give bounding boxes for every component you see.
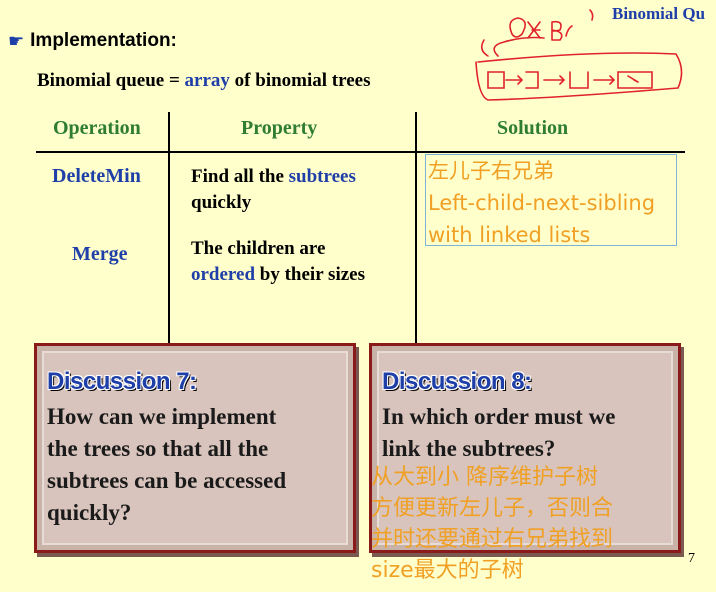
note-line: 并时还要通过右兄弟找到	[371, 527, 614, 552]
property-text: by their sizes	[255, 264, 365, 285]
property-highlight: subtrees	[288, 166, 356, 187]
header-operation: Operation	[53, 117, 141, 139]
red-scribble-annotation	[475, 9, 683, 101]
operation-merge: Merge	[72, 243, 128, 265]
header-solution: Solution	[497, 117, 569, 139]
annotation-line: Left-child-next-sibling	[428, 191, 656, 215]
property-highlight: ordered	[191, 264, 256, 285]
discussion-box: Discussion 7: How can we implement the t…	[34, 343, 356, 553]
discussion-title: Discussion 7:	[47, 368, 197, 395]
header-property: Property	[241, 117, 318, 139]
discussion-title: Discussion 8:	[382, 368, 532, 395]
property-text: The children are	[191, 238, 326, 259]
discussion-line: link the subtrees?	[382, 436, 556, 461]
discussion-line: quickly?	[47, 500, 132, 525]
property-cell: The children are ordered by their sizes	[191, 236, 365, 288]
note-line: size最大的子树	[371, 558, 524, 583]
discussion-body: How can we implement the trees so that a…	[47, 401, 286, 529]
subtitle-prefix: Binomial queue =	[37, 70, 185, 91]
discussion-body: In which order must we link the subtrees…	[382, 401, 615, 465]
table-header-divider	[36, 151, 685, 153]
solution-annotation: 左儿子右兄弟 Left-child-next-sibling with link…	[425, 154, 677, 247]
property-text: quickly	[191, 192, 252, 213]
table-column-divider	[168, 112, 170, 344]
discussion-line: How can we implement	[47, 404, 277, 429]
page-number: 7	[688, 551, 695, 566]
handwritten-note: 从大到小 降序维护子树 方便更新左儿子，否则合 并时还要通过右兄弟找到 size…	[371, 462, 613, 586]
discussion-line: the trees so that all the	[47, 436, 269, 461]
section-label: Implementation:	[30, 30, 177, 51]
table-column-divider	[415, 112, 417, 344]
property-cell: Find all the subtrees quickly	[191, 164, 356, 216]
discussion-line: In which order must we	[382, 404, 616, 429]
note-line: 从大到小 降序维护子树	[371, 465, 598, 490]
property-text: Find all the	[191, 166, 289, 187]
pointing-hand-icon: ☛	[8, 30, 25, 52]
annotation-line: 左儿子右兄弟	[428, 159, 554, 183]
section-header: ☛ Implementation:	[8, 30, 177, 52]
annotation-line: with linked lists	[428, 223, 591, 247]
subtitle: Binomial queue = array of binomial trees	[37, 70, 370, 92]
subtitle-suffix: of binomial trees	[229, 70, 371, 91]
discussion-line: subtrees can be accessed	[47, 468, 287, 493]
note-line: 方便更新左儿子，否则合	[371, 496, 614, 521]
operation-deletemin: DeleteMin	[52, 165, 141, 187]
subtitle-highlight: array	[184, 70, 230, 91]
